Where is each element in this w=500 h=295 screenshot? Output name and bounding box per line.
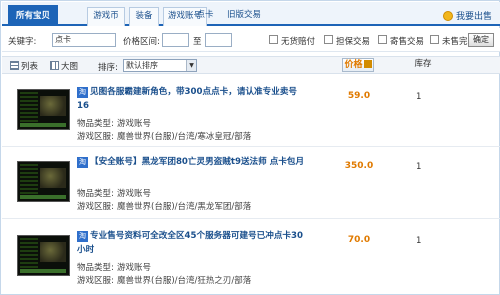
list-item: 淘 见图各服霸建新角色，带300点点卡，请认准专业卖号16 物品类型: 游戏账号 … <box>2 77 500 147</box>
item-thumbnail[interactable] <box>17 89 70 130</box>
trade-panel: 所有宝贝 游戏币 装备 游戏账号 点卡 旧版交易 我要出售 关键字: 点卡 价格… <box>0 0 500 295</box>
list-item: 淘 【安全账号】黑龙军团80亡灵男盗贼t9送法师 点卡包月 物品类型: 游戏账号 … <box>2 147 500 219</box>
sort-label: 排序: <box>98 63 118 73</box>
confirm-button[interactable]: 确定 <box>468 33 494 47</box>
keyword-input[interactable]: 点卡 <box>52 33 116 47</box>
sort-icon <box>363 60 372 68</box>
item-title-link[interactable]: 见图各服霸建新角色，带300点点卡，请认准专业卖号16 <box>77 85 307 113</box>
grid-view-button[interactable]: 大图 <box>50 60 78 72</box>
item-type: 物品类型: 游戏账号 <box>77 119 152 129</box>
want-sell-link[interactable]: 我要出售 <box>442 9 492 22</box>
item-price: 350.0 <box>344 161 374 171</box>
item-region: 游戏区服: 魔兽世界(台服)/台湾/寒冰皇冠/部落 <box>77 132 252 142</box>
list-item: 淘 专业售号资料可全改全区45个服务器可建号已冲点卡30小时 物品类型: 游戏账号… <box>2 221 500 295</box>
consign-label: 寄售交易 <box>390 37 425 47</box>
item-type: 物品类型: 游戏账号 <box>77 263 152 273</box>
list-icon <box>10 61 19 70</box>
item-stock: 1 <box>416 162 422 172</box>
tab-all[interactable]: 所有宝贝 <box>8 5 58 26</box>
item-stock: 1 <box>416 92 422 102</box>
item-region: 游戏区服: 魔兽世界(台服)/台湾/黑龙军团/部落 <box>77 202 252 212</box>
price-column-label: 价格 <box>344 60 363 70</box>
price-range-label: 价格区间: <box>123 37 160 47</box>
tab-card[interactable]: 点卡 <box>192 7 218 26</box>
coin-icon <box>442 11 453 21</box>
tab-old-trade[interactable]: 旧版交易 <box>220 7 268 26</box>
guarantee-label: 担保交易 <box>336 37 371 47</box>
item-thumbnail[interactable] <box>17 161 70 202</box>
unsold-label: 未售完 <box>442 37 468 47</box>
price-min-input[interactable] <box>162 33 189 47</box>
consign-checkbox[interactable] <box>378 35 387 44</box>
filter-bar: 关键字: 点卡 价格区间: 至 无货赔付 担保交易 寄售交易 未售完 确定 <box>2 28 500 52</box>
price-to-label: 至 <box>193 37 202 47</box>
keyword-label: 关键字: <box>8 37 37 47</box>
item-price: 59.0 <box>347 91 371 101</box>
list-view-label: 列表 <box>21 62 39 72</box>
want-sell-label: 我要出售 <box>455 12 492 22</box>
tab-equipment[interactable]: 装备 <box>129 7 159 26</box>
no-goods-checkbox[interactable] <box>269 35 278 44</box>
list-view-button[interactable]: 列表 <box>10 60 38 72</box>
sort-select[interactable]: 默认排序 ▼ <box>123 59 197 72</box>
item-thumbnail[interactable] <box>17 235 70 276</box>
grid-icon <box>50 61 59 70</box>
grid-view-label: 大图 <box>61 62 79 72</box>
unsold-checkbox[interactable] <box>430 35 439 44</box>
stock-column-header: 库存 <box>414 59 432 69</box>
sort-select-value: 默认排序 <box>126 61 158 70</box>
item-region: 游戏区服: 魔兽世界(台服)/台湾/狂热之刃/部落 <box>77 276 252 286</box>
item-stock: 1 <box>416 236 422 246</box>
item-title-link[interactable]: 专业售号资料可全改全区45个服务器可建号已冲点卡30小时 <box>77 229 307 257</box>
item-title-link[interactable]: 【安全账号】黑龙军团80亡灵男盗贼t9送法师 点卡包月 <box>77 155 307 169</box>
no-goods-label: 无货赔付 <box>281 37 316 47</box>
item-price: 70.0 <box>347 235 371 245</box>
sort-bar: 列表 大图 排序: 默认排序 ▼ 价格 库存 <box>2 56 500 74</box>
item-type: 物品类型: 游戏账号 <box>77 189 152 199</box>
tab-game-coin[interactable]: 游戏币 <box>87 7 125 26</box>
price-max-input[interactable] <box>205 33 232 47</box>
chevron-down-icon: ▼ <box>186 60 196 71</box>
category-tabbar: 所有宝贝 游戏币 装备 游戏账号 点卡 旧版交易 我要出售 <box>2 2 500 26</box>
guarantee-checkbox[interactable] <box>324 35 333 44</box>
price-column-header[interactable]: 价格 <box>342 58 374 72</box>
